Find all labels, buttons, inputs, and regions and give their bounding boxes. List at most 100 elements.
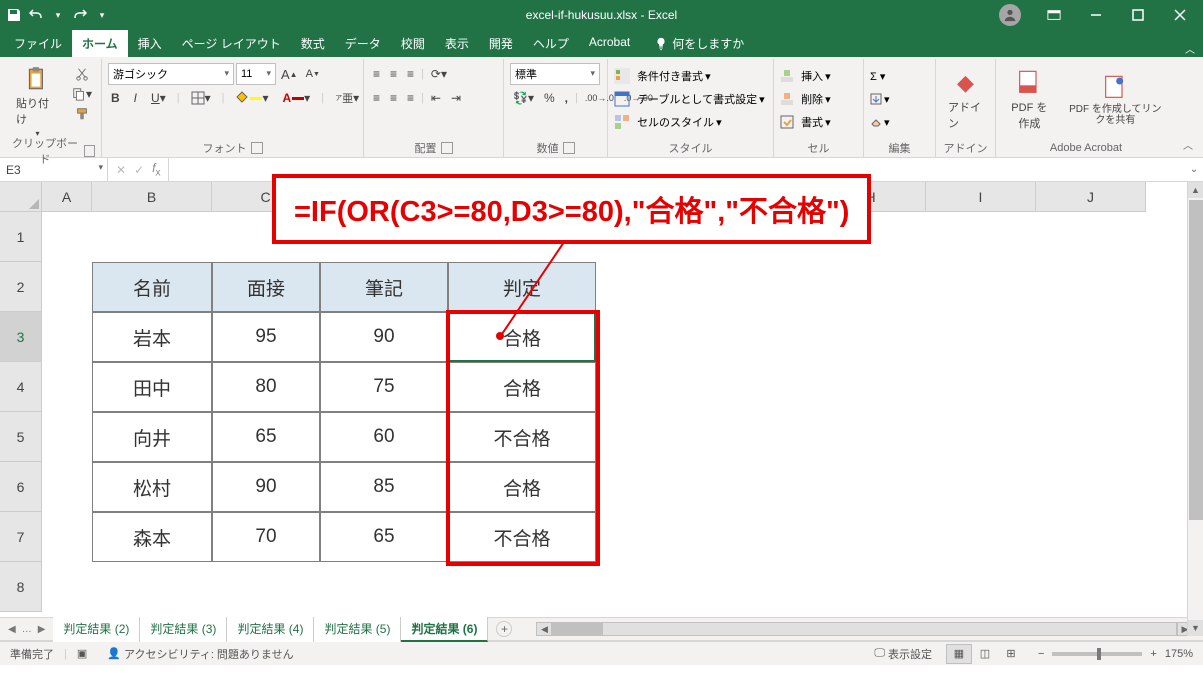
macro-record-icon[interactable]: ▣	[77, 647, 87, 660]
row-header-6[interactable]: 6	[0, 462, 42, 512]
copy-button[interactable]: ▾	[69, 85, 95, 103]
increase-font-icon[interactable]: A▲	[278, 65, 301, 84]
tab-Acrobat[interactable]: Acrobat	[579, 30, 640, 57]
col-header-B[interactable]: B	[92, 182, 212, 212]
orientation-icon[interactable]: ⟳▾	[428, 65, 450, 83]
conditional-formatting-button[interactable]: 条件付き書式 ▾	[614, 65, 767, 87]
vertical-scrollbar[interactable]: ▲ ▼	[1187, 182, 1203, 636]
tab-挿入[interactable]: 挿入	[128, 30, 172, 57]
table-cell[interactable]: 岩本	[92, 312, 212, 362]
align-center-icon[interactable]: ≡	[387, 89, 400, 107]
tab-データ[interactable]: データ	[335, 30, 391, 57]
table-cell[interactable]: 65	[320, 512, 448, 562]
table-cell[interactable]: 60	[320, 412, 448, 462]
font-color-button[interactable]: A ▾	[280, 89, 314, 107]
select-all-corner[interactable]	[0, 182, 42, 212]
clipboard-dialog-launcher[interactable]	[84, 145, 95, 157]
col-header-A[interactable]: A	[42, 182, 92, 212]
zoom-level[interactable]: 175%	[1165, 648, 1193, 660]
undo-dropdown-icon[interactable]: ▾	[50, 7, 66, 23]
page-layout-view-icon[interactable]: ◫	[972, 644, 998, 664]
table-cell[interactable]: 森本	[92, 512, 212, 562]
minimize-button[interactable]	[1077, 1, 1115, 29]
font-name-select[interactable]: 游ゴシック▾	[108, 63, 234, 85]
vscroll-down-icon[interactable]: ▼	[1188, 620, 1203, 636]
sheet-nav-ellipsis[interactable]: …	[22, 624, 32, 635]
cell-styles-button[interactable]: セルのスタイル ▾	[614, 111, 767, 133]
zoom-slider[interactable]	[1052, 652, 1142, 656]
format-painter-button[interactable]	[69, 105, 95, 123]
sheet-tab[interactable]: 判定結果 (2)	[53, 616, 140, 642]
format-cells-button[interactable]: 書式 ▾	[780, 111, 857, 133]
table-cell[interactable]: 90	[320, 312, 448, 362]
horizontal-scrollbar[interactable]	[552, 622, 1177, 636]
tab-校閲[interactable]: 校閲	[391, 30, 435, 57]
number-dialog-launcher[interactable]	[563, 142, 575, 154]
table-cell[interactable]: 不合格	[448, 412, 596, 462]
italic-button[interactable]: I	[131, 89, 140, 107]
normal-view-icon[interactable]: ▦	[946, 644, 972, 664]
row-header-5[interactable]: 5	[0, 412, 42, 462]
name-box[interactable]: E3▾	[0, 158, 108, 181]
table-cell[interactable]: 80	[212, 362, 320, 412]
indent-increase-icon[interactable]: ⇥	[448, 89, 464, 107]
comma-format-icon[interactable]: ,	[562, 89, 571, 107]
align-bottom-icon[interactable]: ≡	[404, 65, 417, 83]
number-format-select[interactable]: 標準▾	[510, 63, 600, 85]
accessibility-icon[interactable]: 👤	[107, 647, 121, 660]
table-header-cell[interactable]: 面接	[212, 262, 320, 312]
col-header-I[interactable]: I	[926, 182, 1036, 212]
sheet-tab[interactable]: 判定結果 (3)	[140, 616, 227, 642]
sheet-nav-first-icon[interactable]: ◀	[8, 624, 16, 635]
decrease-font-icon[interactable]: A▼	[303, 66, 323, 82]
tab-数式[interactable]: 数式	[291, 30, 335, 57]
user-avatar[interactable]	[999, 4, 1021, 26]
table-cell[interactable]: 75	[320, 362, 448, 412]
ribbon-display-icon[interactable]	[1035, 1, 1073, 29]
table-cell[interactable]: 不合格	[448, 512, 596, 562]
sheet-tab[interactable]: 判定結果 (5)	[314, 616, 401, 642]
table-cell[interactable]: 向井	[92, 412, 212, 462]
row-header-1[interactable]: 1	[0, 212, 42, 262]
share-pdf-button[interactable]: PDF を作成してリンクを共有	[1061, 61, 1170, 139]
table-cell[interactable]: 95	[212, 312, 320, 362]
table-cell[interactable]: 85	[320, 462, 448, 512]
enter-formula-icon[interactable]: ✓	[134, 163, 144, 177]
zoom-in-button[interactable]: +	[1150, 648, 1156, 660]
tellme-search[interactable]: 何をしますか	[646, 30, 752, 57]
table-header-cell[interactable]: 筆記	[320, 262, 448, 312]
table-cell[interactable]: 田中	[92, 362, 212, 412]
cut-button[interactable]	[69, 65, 95, 83]
qat-customize-icon[interactable]: ▾	[94, 7, 110, 23]
col-header-J[interactable]: J	[1036, 182, 1146, 212]
clear-button[interactable]: ▾	[870, 111, 929, 133]
sheet-nav-last-icon[interactable]: ▶	[38, 624, 46, 635]
tab-ホーム[interactable]: ホーム	[72, 30, 128, 57]
fill-color-button[interactable]: ▾	[232, 89, 271, 107]
tab-ファイル[interactable]: ファイル	[4, 30, 72, 57]
align-top-icon[interactable]: ≡	[370, 65, 383, 83]
display-settings-icon[interactable]: 🖵	[874, 647, 885, 660]
row-header-8[interactable]: 8	[0, 562, 42, 612]
table-cell[interactable]: 合格	[448, 312, 596, 362]
sheet-tab[interactable]: 判定結果 (6)	[401, 616, 488, 642]
phonetic-button[interactable]: ア亜 ▾	[332, 88, 362, 108]
redo-icon[interactable]	[72, 7, 88, 23]
align-right-icon[interactable]: ≡	[404, 89, 417, 107]
table-header-cell[interactable]: 名前	[92, 262, 212, 312]
tab-ページ レイアウト[interactable]: ページ レイアウト	[172, 30, 291, 57]
row-header-3[interactable]: 3	[0, 312, 42, 362]
insert-cells-button[interactable]: 挿入 ▾	[780, 65, 857, 87]
accounting-format-icon[interactable]: 💱▾	[510, 89, 537, 107]
table-cell[interactable]: 90	[212, 462, 320, 512]
delete-cells-button[interactable]: 削除 ▾	[780, 88, 857, 110]
table-cell[interactable]: 70	[212, 512, 320, 562]
zoom-out-button[interactable]: −	[1038, 648, 1044, 660]
addins-button[interactable]: ◆アドイン	[942, 61, 989, 139]
paste-button[interactable]: 貼り付け▾	[10, 61, 65, 142]
fill-button[interactable]: ▾	[870, 88, 929, 110]
align-middle-icon[interactable]: ≡	[387, 65, 400, 83]
page-break-view-icon[interactable]: ⊞	[998, 644, 1024, 664]
row-header-7[interactable]: 7	[0, 512, 42, 562]
new-sheet-button[interactable]: +	[496, 621, 512, 637]
